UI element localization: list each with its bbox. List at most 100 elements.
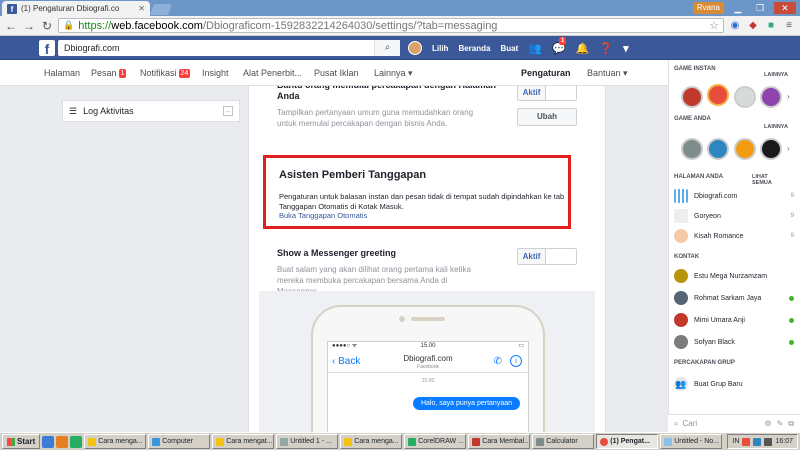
nav-notifikasi[interactable]: Notifikasi 24 <box>140 60 191 86</box>
chevron-down-icon[interactable]: ▾ <box>623 42 629 55</box>
message-time: 15.00 <box>421 378 435 384</box>
game-thumbnail[interactable] <box>681 138 703 160</box>
tray-icon[interactable] <box>742 437 751 446</box>
page-avatar <box>674 209 688 223</box>
taskbar-item[interactable]: Computer <box>148 434 211 449</box>
taskbar-item[interactable]: Untitled 1 - ... <box>276 434 339 449</box>
tab-title: (1) Pengaturan Dbiografi.co <box>21 4 120 13</box>
expand-icon[interactable]: ⧉ <box>788 419 794 429</box>
task-label: Cara menga... <box>98 438 143 445</box>
automatic-responses-link[interactable]: Buka Tanggapan Otomatis <box>279 211 367 220</box>
chat-search-bar[interactable]: ⌕ Cari ⚙ ✎ ⧉ <box>668 414 800 432</box>
tray-icon[interactable] <box>753 437 762 446</box>
contact-item[interactable]: Estu Mega Nurzamzam <box>674 268 794 284</box>
profile-link[interactable]: Lilih <box>432 44 448 53</box>
contact-item[interactable]: Mimi Umara Anji <box>674 312 794 328</box>
sidebar-item-page[interactable]: Goryeon 9 <box>674 208 794 224</box>
sidebar-item-page[interactable]: Kisah Romance 9 <box>674 228 794 244</box>
address-bar[interactable]: 🔒 https://web.facebook.com/Dbiograficom-… <box>58 18 724 33</box>
toggle-switch[interactable]: Aktif <box>517 86 577 101</box>
start-button[interactable]: Start <box>2 434 41 449</box>
create-link[interactable]: Buat <box>500 44 518 53</box>
game-thumbnail[interactable] <box>707 84 729 106</box>
nav-lainnya[interactable]: Lainnya ▾ <box>374 60 413 86</box>
window-controls: Rvana ▁ ❐ ✕ <box>692 0 800 16</box>
profile-badge[interactable]: Rvana <box>692 2 724 14</box>
more-link[interactable]: LAINNYA <box>764 124 788 130</box>
quicklaunch-icon[interactable] <box>42 435 55 448</box>
reload-icon[interactable]: ↻ <box>40 19 54 33</box>
bookmark-star-icon[interactable]: ☆ <box>709 19 719 32</box>
edit-button[interactable]: Ubah <box>517 108 577 126</box>
create-group-button[interactable]: 👥 Buat Grup Baru <box>674 376 794 392</box>
chevron-right-icon[interactable]: › <box>787 144 790 153</box>
minimize-icon[interactable]: ▁ <box>730 2 746 14</box>
taskbar-item[interactable]: Cara menga... <box>340 434 403 449</box>
compose-icon[interactable]: ✎ <box>777 419 784 429</box>
taskbar-item[interactable]: (1) Pengat... <box>596 434 659 449</box>
avatar <box>674 313 688 327</box>
nav-bantuan[interactable]: Bantuan ▾ <box>587 60 628 86</box>
nav-alat-penerbit[interactable]: Alat Penerbit... <box>243 60 302 86</box>
section-label: HALAMAN ANDA <box>674 174 724 180</box>
info-icon: i <box>510 355 522 367</box>
nav-pesan[interactable]: Pesan 1 <box>91 60 127 86</box>
taskbar-item[interactable]: CorelDRAW ... <box>404 434 467 449</box>
taskbar-item[interactable]: Calculator <box>532 434 595 449</box>
messenger-icon[interactable]: 💬 1 <box>552 36 567 55</box>
volume-icon[interactable] <box>764 437 773 446</box>
extension-icon[interactable]: ◉ <box>728 19 742 33</box>
window-icon <box>344 437 353 446</box>
chevron-right-icon[interactable]: › <box>787 92 790 101</box>
contact-item[interactable]: Sofyan Black <box>674 334 794 350</box>
search-value: Dbiografi.com <box>64 43 120 53</box>
browser-tab[interactable]: f (1) Pengaturan Dbiografi.co ✕ <box>2 1 150 16</box>
game-thumbnail[interactable] <box>734 138 756 160</box>
window-icon <box>152 437 161 446</box>
language-indicator[interactable]: IN <box>732 438 739 445</box>
extension-icon[interactable]: ■ <box>764 19 778 33</box>
avatar[interactable] <box>408 41 422 55</box>
group-chat-header: PERCAKAPAN GRUP <box>674 360 735 366</box>
back-arrow-icon[interactable]: ← <box>4 19 18 33</box>
new-tab-button[interactable] <box>149 4 173 15</box>
taskbar-item[interactable]: Untitled - No... <box>660 434 723 449</box>
more-link[interactable]: LAINNYA <box>764 72 788 78</box>
search-input[interactable]: Dbiografi.com ⌕ <box>58 40 400 56</box>
page-count: 9 <box>790 233 794 239</box>
nav-pesan-label: Pesan <box>91 68 117 78</box>
chat-search-placeholder: Cari <box>682 419 698 428</box>
quicklaunch-icon[interactable] <box>56 435 69 448</box>
nav-pusat-iklan[interactable]: Pusat Iklan <box>314 60 359 86</box>
contact-item[interactable]: Rohmat Sarkam Jaya <box>674 290 794 306</box>
taskbar-item[interactable]: Cara mengat... <box>212 434 275 449</box>
sidebar-item-log-aktivitas[interactable]: ☰ Log Aktivitas → <box>62 100 240 122</box>
maximize-icon[interactable]: ❐ <box>752 2 768 14</box>
taskbar-item[interactable]: Cara menga... <box>84 434 147 449</box>
game-thumbnail[interactable] <box>760 138 782 160</box>
forward-arrow-icon[interactable]: → <box>22 19 36 33</box>
nav-halaman[interactable]: Halaman <box>44 60 80 86</box>
greeting-toggle[interactable]: Aktif <box>517 248 577 265</box>
nav-insight[interactable]: Insight <box>202 60 229 86</box>
menu-icon[interactable]: ≡ <box>782 19 796 33</box>
game-thumbnail[interactable] <box>760 86 782 108</box>
search-icon[interactable]: ⌕ <box>374 40 400 56</box>
notifications-bell-icon[interactable]: 🔔 <box>576 42 590 55</box>
gear-icon[interactable]: ⚙ <box>764 419 771 429</box>
facebook-logo-icon[interactable]: f <box>39 40 55 57</box>
home-link[interactable]: Beranda <box>458 44 490 53</box>
friends-icon[interactable]: 👥 <box>528 42 542 55</box>
help-icon[interactable]: ❓ <box>599 42 613 55</box>
game-thumbnail[interactable] <box>681 86 703 108</box>
game-thumbnail[interactable] <box>734 86 756 108</box>
game-thumbnail[interactable] <box>707 138 729 160</box>
nav-pengaturan[interactable]: Pengaturan <box>521 60 571 86</box>
taskbar-item[interactable]: Cara Membal... <box>468 434 531 449</box>
see-all-link[interactable]: LIHAT SEMUA <box>752 174 772 186</box>
close-tab-icon[interactable]: ✕ <box>138 4 145 13</box>
sidebar-item-page[interactable]: Dbiografi.com 9 <box>674 188 794 204</box>
close-window-icon[interactable]: ✕ <box>774 2 796 14</box>
quicklaunch-icon[interactable] <box>70 435 83 448</box>
extension-icon[interactable]: ◆ <box>746 19 760 33</box>
